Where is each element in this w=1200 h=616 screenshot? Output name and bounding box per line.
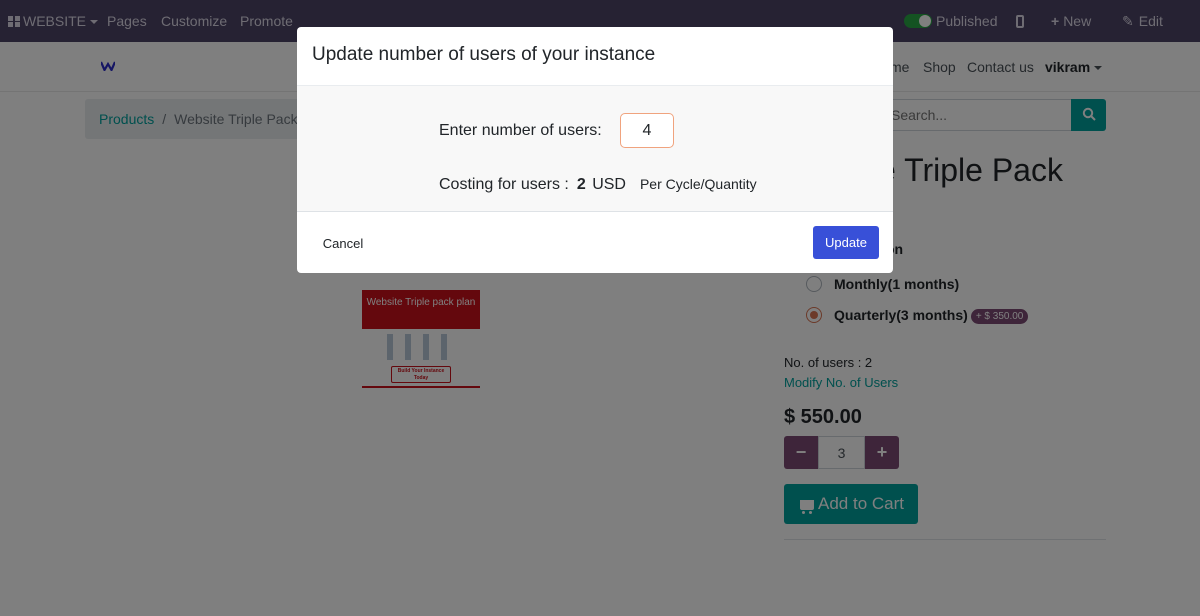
enter-users-label: Enter number of users: [439, 122, 602, 139]
modal-footer-divider [297, 211, 893, 212]
cancel-button[interactable]: Cancel [312, 227, 374, 259]
cost-amount: 2 [576, 176, 586, 193]
cost-currency: USD [592, 176, 626, 193]
cost-row: Costing for users : 2 USD Per Cycle/Quanti… [439, 176, 757, 194]
update-button[interactable]: Update [813, 226, 879, 259]
modal-title: Update number of users of your instance [312, 44, 656, 65]
cost-per-label: Per Cycle/Quantity [639, 176, 757, 192]
update-users-modal: Update number of users of your instance … [297, 27, 893, 273]
cost-label: Costing for users : [439, 176, 569, 193]
users-count-input[interactable] [620, 113, 674, 148]
